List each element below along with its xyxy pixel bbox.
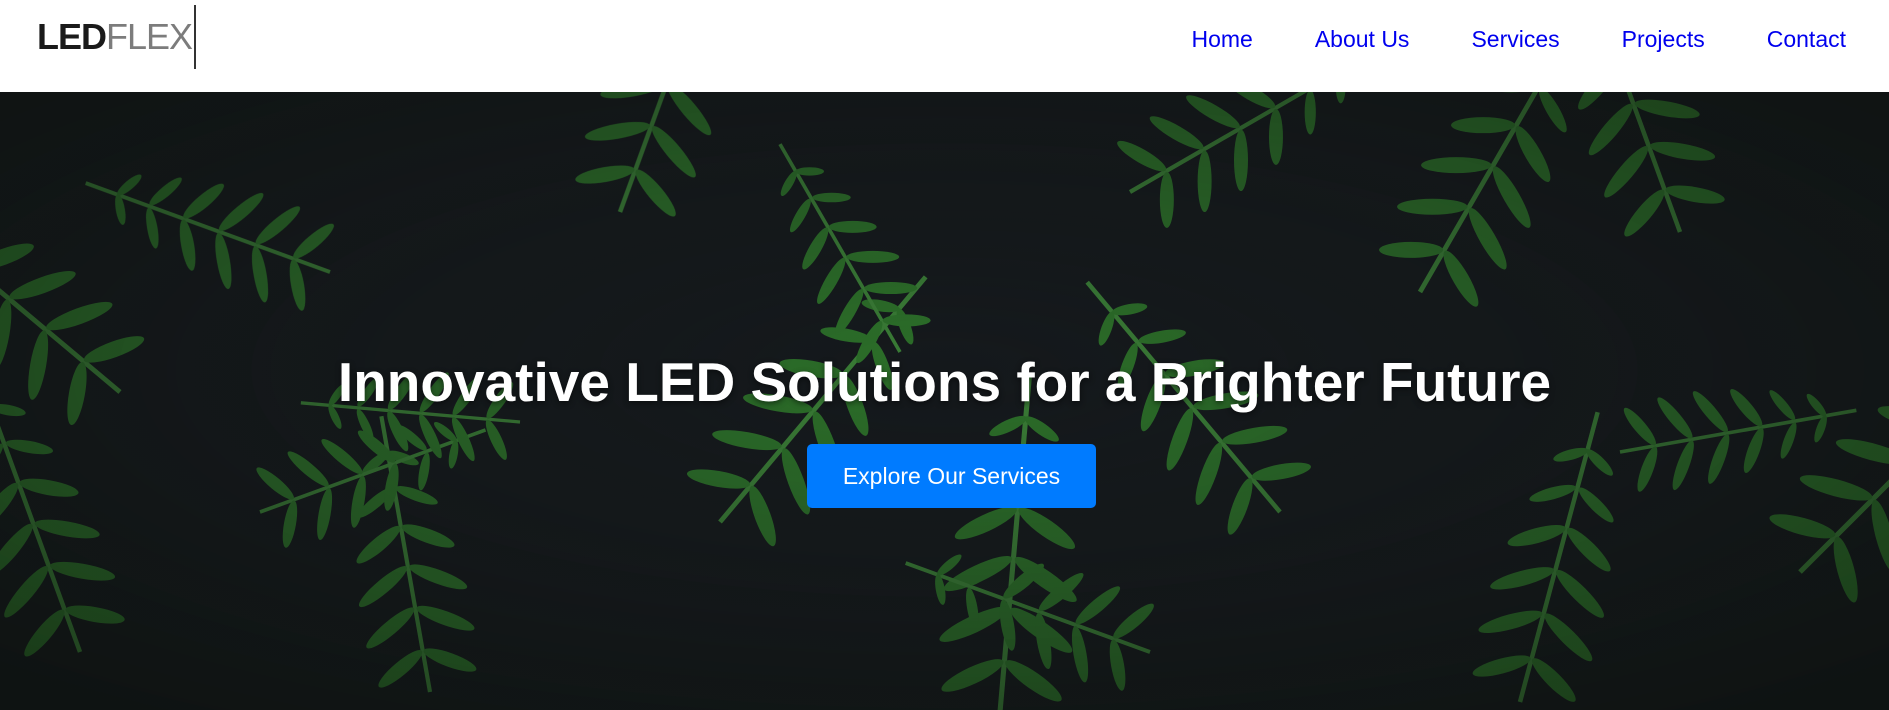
- hero-section: Innovative LED Solutions for a Brighter …: [0, 92, 1889, 710]
- site-header: LED FLEX Home About Us Services Projects …: [0, 0, 1889, 92]
- nav-link-contact[interactable]: Contact: [1767, 26, 1846, 53]
- hero-title: Innovative LED Solutions for a Brighter …: [337, 351, 1552, 413]
- logo-divider: [194, 5, 197, 69]
- explore-services-button[interactable]: Explore Our Services: [807, 444, 1096, 508]
- nav-link-services[interactable]: Services: [1471, 26, 1559, 53]
- main-nav: Home About Us Services Projects Contact: [1191, 0, 1846, 78]
- nav-link-projects[interactable]: Projects: [1622, 26, 1705, 53]
- logo-bold-text: LED: [37, 16, 107, 57]
- brand-logo[interactable]: LED FLEX: [37, 5, 197, 69]
- nav-link-home[interactable]: Home: [1191, 26, 1252, 53]
- nav-link-about-us[interactable]: About Us: [1315, 26, 1410, 53]
- logo-light-text: FLEX: [106, 16, 193, 57]
